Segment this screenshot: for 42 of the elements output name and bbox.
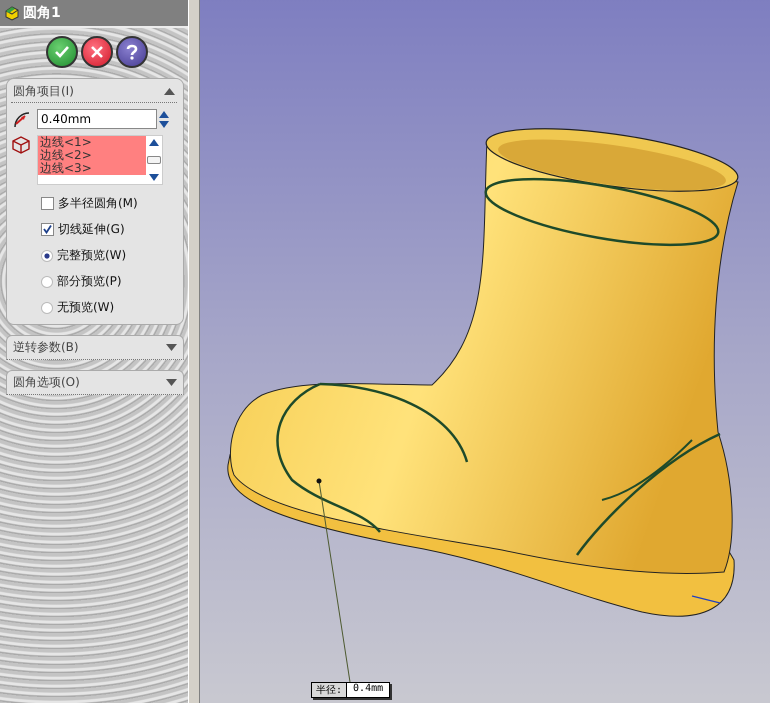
group-title: 圆角项目(I) — [13, 83, 74, 100]
boot-model-drawing[interactable] — [228, 128, 738, 617]
help-button[interactable] — [116, 36, 148, 68]
checkbox[interactable] — [41, 223, 54, 236]
panel-title: 圆角1 — [23, 4, 61, 22]
collapsed-section[interactable]: 圆角选项(O) — [6, 370, 184, 395]
question-mark-icon — [126, 44, 138, 60]
option-label[interactable]: 切线延伸(G) — [58, 221, 125, 238]
attachment-point-icon — [316, 478, 322, 484]
option-label[interactable]: 多半径圆角(M) — [58, 195, 138, 212]
option-label[interactable]: 无预览(W) — [57, 299, 114, 316]
dimension-value: 0.4mm — [347, 683, 390, 697]
radio-button[interactable] — [41, 302, 53, 314]
section-title: 圆角选项(O) — [13, 374, 80, 391]
spin-down-icon[interactable] — [159, 120, 169, 128]
spin-up-icon[interactable] — [159, 110, 169, 118]
dimension-callout[interactable]: 半径: 0.4mm — [311, 682, 390, 698]
cancel-button[interactable] — [81, 36, 113, 68]
option-label[interactable]: 部分预览(P) — [57, 273, 122, 290]
fillet-feature-icon — [4, 5, 20, 21]
radio-button[interactable] — [41, 276, 53, 288]
option-label[interactable]: 完整预览(W) — [57, 247, 126, 264]
edge-item[interactable]: 边线<1> — [38, 136, 146, 149]
group-header[interactable]: 圆角项目(I) — [11, 81, 177, 103]
cube-icon — [11, 135, 31, 155]
edge-item[interactable]: 边线<3> — [38, 162, 146, 175]
splitter-bar[interactable] — [188, 0, 200, 703]
edge-list[interactable]: 边线<1> 边线<2> 边线<3> — [37, 135, 163, 185]
edge-item[interactable]: 边线<2> — [38, 149, 146, 162]
3d-viewport[interactable]: 半径: 0.4mm — [200, 0, 770, 703]
radio-button[interactable] — [41, 250, 53, 262]
section-title: 逆转参数(B) — [13, 339, 79, 356]
checkbox[interactable] — [41, 197, 54, 210]
radius-input[interactable]: 0.40mm — [37, 109, 157, 129]
checkmark-icon — [54, 44, 70, 60]
collapsed-section[interactable]: 逆转参数(B) — [6, 335, 184, 360]
ok-button[interactable] — [46, 36, 78, 68]
scroll-thumb[interactable] — [147, 156, 161, 164]
dimension-label: 半径: — [312, 683, 348, 697]
scroll-down-icon[interactable] — [149, 174, 159, 181]
close-icon — [90, 45, 104, 59]
scroll-up-icon[interactable] — [149, 139, 159, 146]
